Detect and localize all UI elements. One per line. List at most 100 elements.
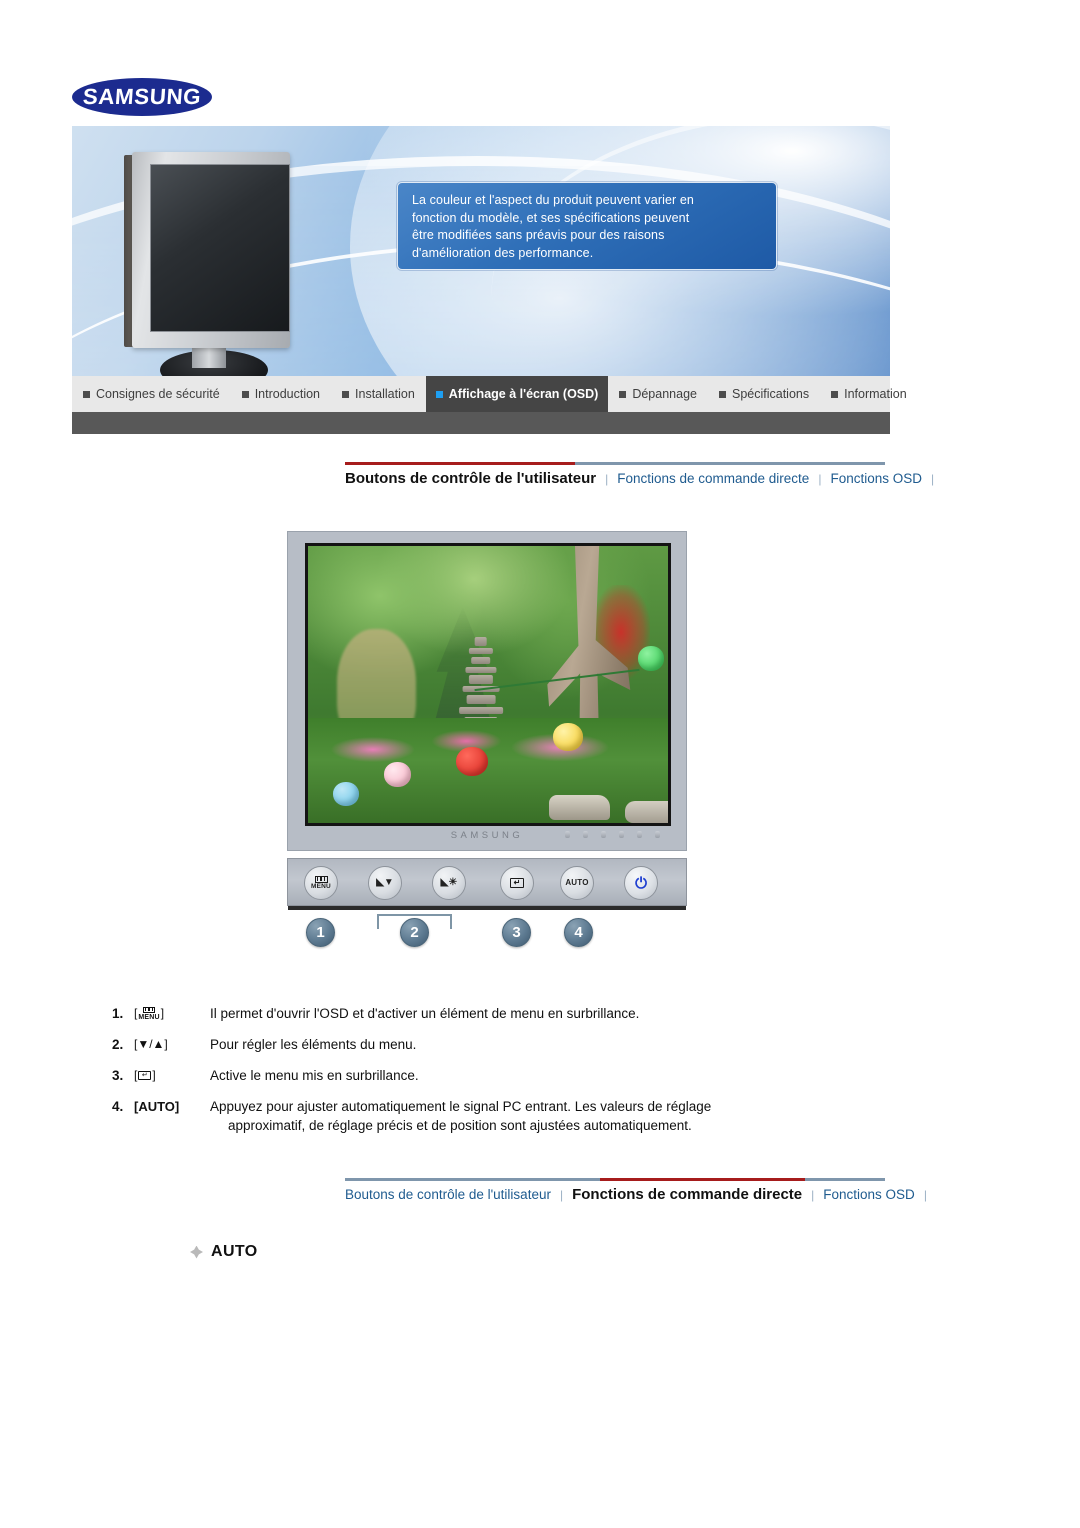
step-description-line-1: Appuyez pour ajuster automatiquement le … [210, 1099, 712, 1114]
brightness-up-icon: ◣☀ [440, 877, 458, 888]
step-description: Active le menu mis en surbrillance. [210, 1068, 419, 1083]
auto-button-label: AUTO [565, 878, 589, 887]
enter-keycap: [↵] [134, 1068, 156, 1082]
product-notice-box: La couleur et l'aspect du produit peuven… [397, 182, 777, 270]
subnav-item-fonctions-osd[interactable]: Fonctions OSD [830, 471, 922, 486]
bullet-square-icon [435, 390, 443, 398]
tab-label: Affichage à l'écran (OSD) [448, 387, 599, 401]
sub-nav-active-underline [345, 462, 575, 465]
subnav-separator: | [811, 1188, 815, 1202]
tab-depannage[interactable]: Dépannage [608, 376, 708, 412]
sub-nav-items: Boutons de contrôle de l'utilisateur | F… [345, 1186, 936, 1203]
hero-monitor-illustration [124, 152, 304, 376]
callout-2: 2 [400, 918, 429, 947]
bezel-dot [655, 831, 660, 838]
menu-bars-icon: MENU [138, 1006, 160, 1021]
tab-label: Information [844, 387, 907, 401]
monitor-diagram: SAMSUNG [287, 531, 687, 851]
subnav-separator: | [931, 472, 935, 486]
tab-affichage-a-lecran-osd[interactable]: Affichage à l'écran (OSD) [425, 376, 609, 412]
tab-specifications[interactable]: Spécifications [708, 376, 820, 412]
tab-label: Dépannage [632, 387, 697, 401]
diamond-bullet-icon [190, 1245, 203, 1259]
menu-bars-icon [314, 875, 328, 883]
stone-block-secondary [624, 800, 668, 823]
step-description-line-2: approximatif, de réglage précis et de po… [228, 1118, 692, 1133]
step-description: Appuyez pour ajuster automatiquement le … [210, 1097, 912, 1135]
menu-button[interactable]: MENU [304, 866, 338, 900]
monitor-screen [150, 164, 290, 332]
subnav-separator: | [923, 1188, 927, 1202]
bullet-square-icon [619, 390, 627, 398]
power-icon: ⏻ [635, 874, 647, 892]
subnav-item-boutons-de-controle[interactable]: Boutons de contrôle de l'utilisateur [345, 470, 596, 487]
step-key: [↵] [134, 1066, 210, 1085]
section-heading-label: AUTO [211, 1243, 258, 1260]
bullet-square-icon [241, 390, 249, 398]
button-callouts: 1 2 3 4 [287, 912, 687, 954]
tab-introduction[interactable]: Introduction [231, 376, 331, 412]
enter-icon: ↵ [138, 1071, 152, 1080]
step-key: [MENU] [134, 1004, 210, 1023]
arrows-keycap: [▼/▲] [134, 1037, 168, 1051]
subnav-item-fonctions-osd[interactable]: Fonctions OSD [823, 1187, 915, 1202]
samsung-logo: SAMSUNG [72, 78, 212, 116]
callout-1: 1 [306, 918, 335, 947]
stone-block [549, 795, 611, 821]
step-description: Il permet d'ouvrir l'OSD et d'activer un… [210, 1006, 640, 1021]
monitor-control-panel: MENU ◣▼ ◣☀ ↵ AUTO ⏻ [287, 858, 687, 910]
sub-nav-active-underline [600, 1178, 805, 1181]
enter-button[interactable]: ↵ [500, 866, 534, 900]
enter-icon: ↵ [510, 878, 524, 888]
sub-nav-rule [345, 462, 885, 465]
bullet-square-icon [342, 390, 350, 398]
notice-line-1: La couleur et l'aspect du produit peuven… [412, 193, 694, 207]
menu-keycap: [MENU] [134, 1006, 165, 1021]
step-index: 4. [112, 1099, 124, 1114]
green-lantern [638, 645, 665, 671]
subnav-item-boutons-de-controle[interactable]: Boutons de contrôle de l'utilisateur [345, 1187, 551, 1202]
notice-line-3: être modifiées sans préavis pour des rai… [412, 228, 665, 242]
red-lantern [455, 746, 488, 776]
bullet-square-icon [83, 390, 90, 398]
brightness-down-icon: ◣▼ [376, 877, 394, 888]
notice-line-2: fonction du modèle, et ses spécification… [412, 210, 690, 225]
sub-nav-items: Boutons de contrôle de l'utilisateur | F… [345, 470, 943, 487]
logo-ellipse: SAMSUNG [72, 78, 212, 116]
up-button[interactable]: ◣☀ [432, 866, 466, 900]
monitor-display-screen [305, 543, 671, 826]
navigation-bar-footer-strip [72, 412, 890, 434]
tab-consignes-de-securite[interactable]: Consignes de sécurité [72, 376, 231, 412]
callout-3: 3 [502, 918, 531, 947]
auto-button[interactable]: AUTO [560, 866, 594, 900]
tab-information[interactable]: Information [820, 376, 918, 412]
bullet-square-icon [718, 390, 726, 398]
sub-navigation-top: Boutons de contrôle de l'utilisateur | F… [345, 462, 934, 496]
sub-navigation-bottom: Boutons de contrôle de l'utilisateur | F… [345, 1178, 927, 1212]
step-index: 1. [112, 1006, 124, 1021]
tab-label: Spécifications [731, 387, 810, 401]
step-key: [▼/▲] [134, 1035, 210, 1054]
monitor-body [132, 152, 290, 348]
bezel-button-indicators [565, 831, 660, 838]
subnav-item-fonctions-de-commande-directe[interactable]: Fonctions de commande directe [617, 471, 809, 486]
logo-text: SAMSUNG [82, 84, 203, 109]
down-button[interactable]: ◣▼ [368, 866, 402, 900]
section-heading-auto: AUTO [190, 1243, 258, 1261]
menu-button-label: MENU [311, 882, 331, 890]
power-button[interactable]: ⏻ [624, 866, 658, 900]
list-item: 1. [MENU] Il permet d'ouvrir l'OSD et d'… [112, 1004, 912, 1023]
bezel-dot [637, 831, 642, 838]
sub-nav-rule [345, 1178, 885, 1181]
step-description: Pour régler les éléments du menu. [210, 1037, 417, 1052]
subnav-item-fonctions-de-commande-directe[interactable]: Fonctions de commande directe [572, 1186, 802, 1203]
callout-4: 4 [564, 918, 593, 947]
garden-photo [308, 546, 668, 823]
tab-installation[interactable]: Installation [331, 376, 426, 412]
tab-label: Introduction [254, 387, 321, 401]
bezel-dot [583, 831, 588, 838]
bullet-square-icon [831, 390, 839, 398]
auto-keycap: [AUTO] [134, 1099, 180, 1114]
menu-keycap-label: MENU [138, 1013, 160, 1021]
manual-page: SAMSUNG La couleur et l'aspect du produi… [0, 0, 1080, 1528]
